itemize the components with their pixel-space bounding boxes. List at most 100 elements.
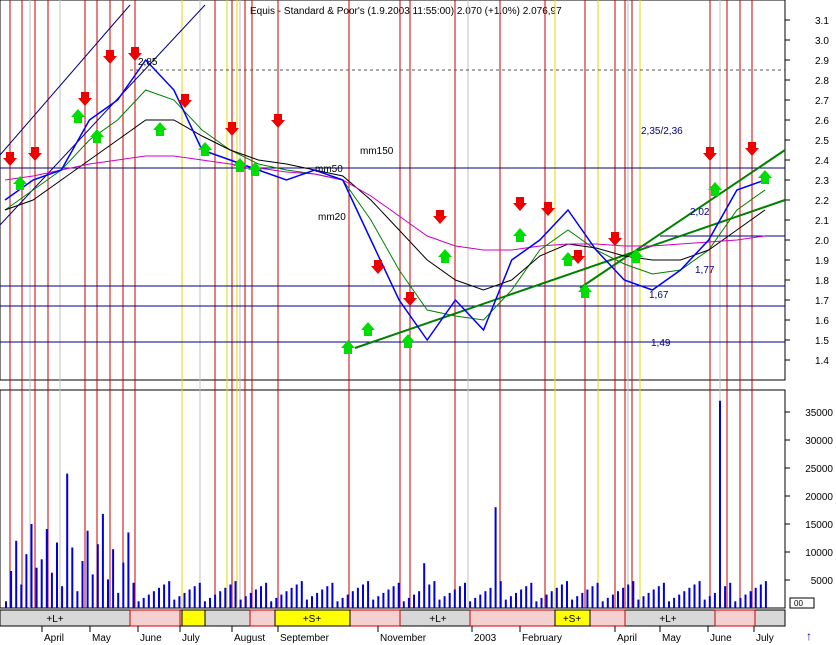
- volume-bar: [713, 592, 716, 608]
- volume-bar: [142, 597, 145, 608]
- volume-tick-label: 20000: [805, 492, 833, 503]
- volume-bar: [494, 507, 497, 608]
- price-tick-label: 1.9: [815, 256, 829, 267]
- series-mm150: [4, 155, 766, 251]
- volume-bar: [203, 601, 206, 608]
- volume-bar: [678, 594, 681, 608]
- price-tick-label: 2.9: [815, 56, 829, 67]
- volume-bar: [627, 584, 630, 608]
- volume-bar: [489, 587, 492, 608]
- volume-bar: [515, 592, 517, 608]
- month-label: July: [756, 633, 774, 644]
- price-tick-label: 2.4: [815, 156, 829, 167]
- volume-bar: [560, 584, 563, 608]
- volume-bar: [668, 601, 670, 608]
- price-tick-label: 2.2: [815, 196, 829, 207]
- stock-chart: Equis - Standard & Poor's (1.9.2003 11:5…: [0, 0, 833, 644]
- volume-bar: [458, 586, 461, 608]
- buy-arrow: [561, 252, 575, 266]
- volume-bar: [61, 586, 64, 608]
- price-tick-label: 1.6: [815, 316, 829, 327]
- sell-arrow: [745, 142, 759, 156]
- volume-bar: [56, 542, 58, 608]
- volume-bar: [744, 594, 747, 608]
- volume-bar: [764, 581, 767, 608]
- volume-bar: [300, 581, 303, 608]
- volume-bar: [86, 530, 89, 608]
- band-label: +S+: [303, 614, 322, 625]
- month-label: April: [44, 633, 64, 644]
- volume-bar: [254, 589, 257, 608]
- volume-bar: [520, 589, 523, 608]
- volume-bar: [239, 599, 242, 608]
- volume-bar: [173, 599, 176, 608]
- sell-arrow: [103, 50, 117, 64]
- volume-bar: [168, 581, 171, 608]
- band-label: +L+: [429, 614, 446, 625]
- volume-bar: [50, 572, 53, 608]
- strip-hatch: [469, 609, 556, 627]
- scroll-up-arrow[interactable]: ↑: [806, 629, 812, 643]
- volume-bar: [10, 571, 13, 608]
- volume-tick-label: 15000: [805, 520, 833, 531]
- volume-bar: [372, 599, 375, 608]
- volume-bar: [387, 589, 390, 608]
- volume-bar: [280, 594, 283, 608]
- volume-bars: [5, 400, 767, 608]
- price-tick-label: 1.4: [815, 356, 829, 367]
- sell-arrow: [403, 292, 417, 306]
- volume-bar: [377, 596, 380, 608]
- label-mm50: mm50: [315, 164, 343, 175]
- sell-arrow: [703, 147, 717, 161]
- volume-bar: [622, 587, 625, 608]
- volume-bar: [719, 400, 721, 608]
- volume-bar: [759, 584, 762, 608]
- volume-bar: [270, 601, 273, 608]
- volume-bar: [285, 591, 288, 608]
- volume-bar: [71, 547, 74, 608]
- volume-bar: [158, 587, 160, 608]
- volume-bar: [336, 601, 339, 608]
- volume-tick-label: 10000: [805, 548, 833, 559]
- volume-bar: [443, 596, 446, 608]
- volume-bar: [122, 562, 125, 608]
- price-tick-label: 3.0: [815, 36, 829, 47]
- sell-arrow: [78, 92, 92, 106]
- volume-tag: 00: [794, 599, 803, 608]
- volume-bar: [724, 586, 727, 608]
- volume-bar: [407, 597, 410, 608]
- volume-bar: [540, 597, 543, 608]
- volume-bar: [596, 582, 599, 608]
- volume-bar: [193, 586, 196, 608]
- volume-bar: [591, 586, 594, 608]
- buy-arrow: [401, 334, 415, 348]
- month-label: August: [234, 633, 265, 644]
- volume-bar: [637, 599, 640, 608]
- volume-bar: [642, 596, 645, 608]
- volume-bar: [693, 584, 696, 608]
- volume-bar: [499, 581, 502, 608]
- volume-bar: [321, 589, 324, 608]
- volume-bar: [555, 587, 558, 608]
- volume-bar: [81, 561, 84, 608]
- volume-bar: [652, 589, 655, 608]
- sell-arrow: [433, 210, 447, 224]
- volume-bar: [214, 594, 217, 608]
- volume-bar: [260, 586, 262, 608]
- price-tick-label: 2.1: [815, 216, 829, 227]
- month-label: February: [522, 633, 562, 644]
- month-label: July: [182, 633, 200, 644]
- volume-bar: [362, 584, 364, 608]
- volume-bar: [209, 597, 211, 608]
- volume-bar: [438, 599, 441, 608]
- price-panel: [0, 0, 786, 381]
- volume-bar: [331, 582, 334, 608]
- volume-bar: [428, 584, 431, 608]
- volume-bar: [402, 601, 405, 608]
- volume-bar: [224, 587, 227, 608]
- volume-bar: [550, 591, 553, 608]
- label-177: 1,77: [695, 265, 715, 276]
- volume-bar: [152, 591, 155, 608]
- sell-arrow: [371, 260, 385, 274]
- volume-bar: [453, 589, 456, 608]
